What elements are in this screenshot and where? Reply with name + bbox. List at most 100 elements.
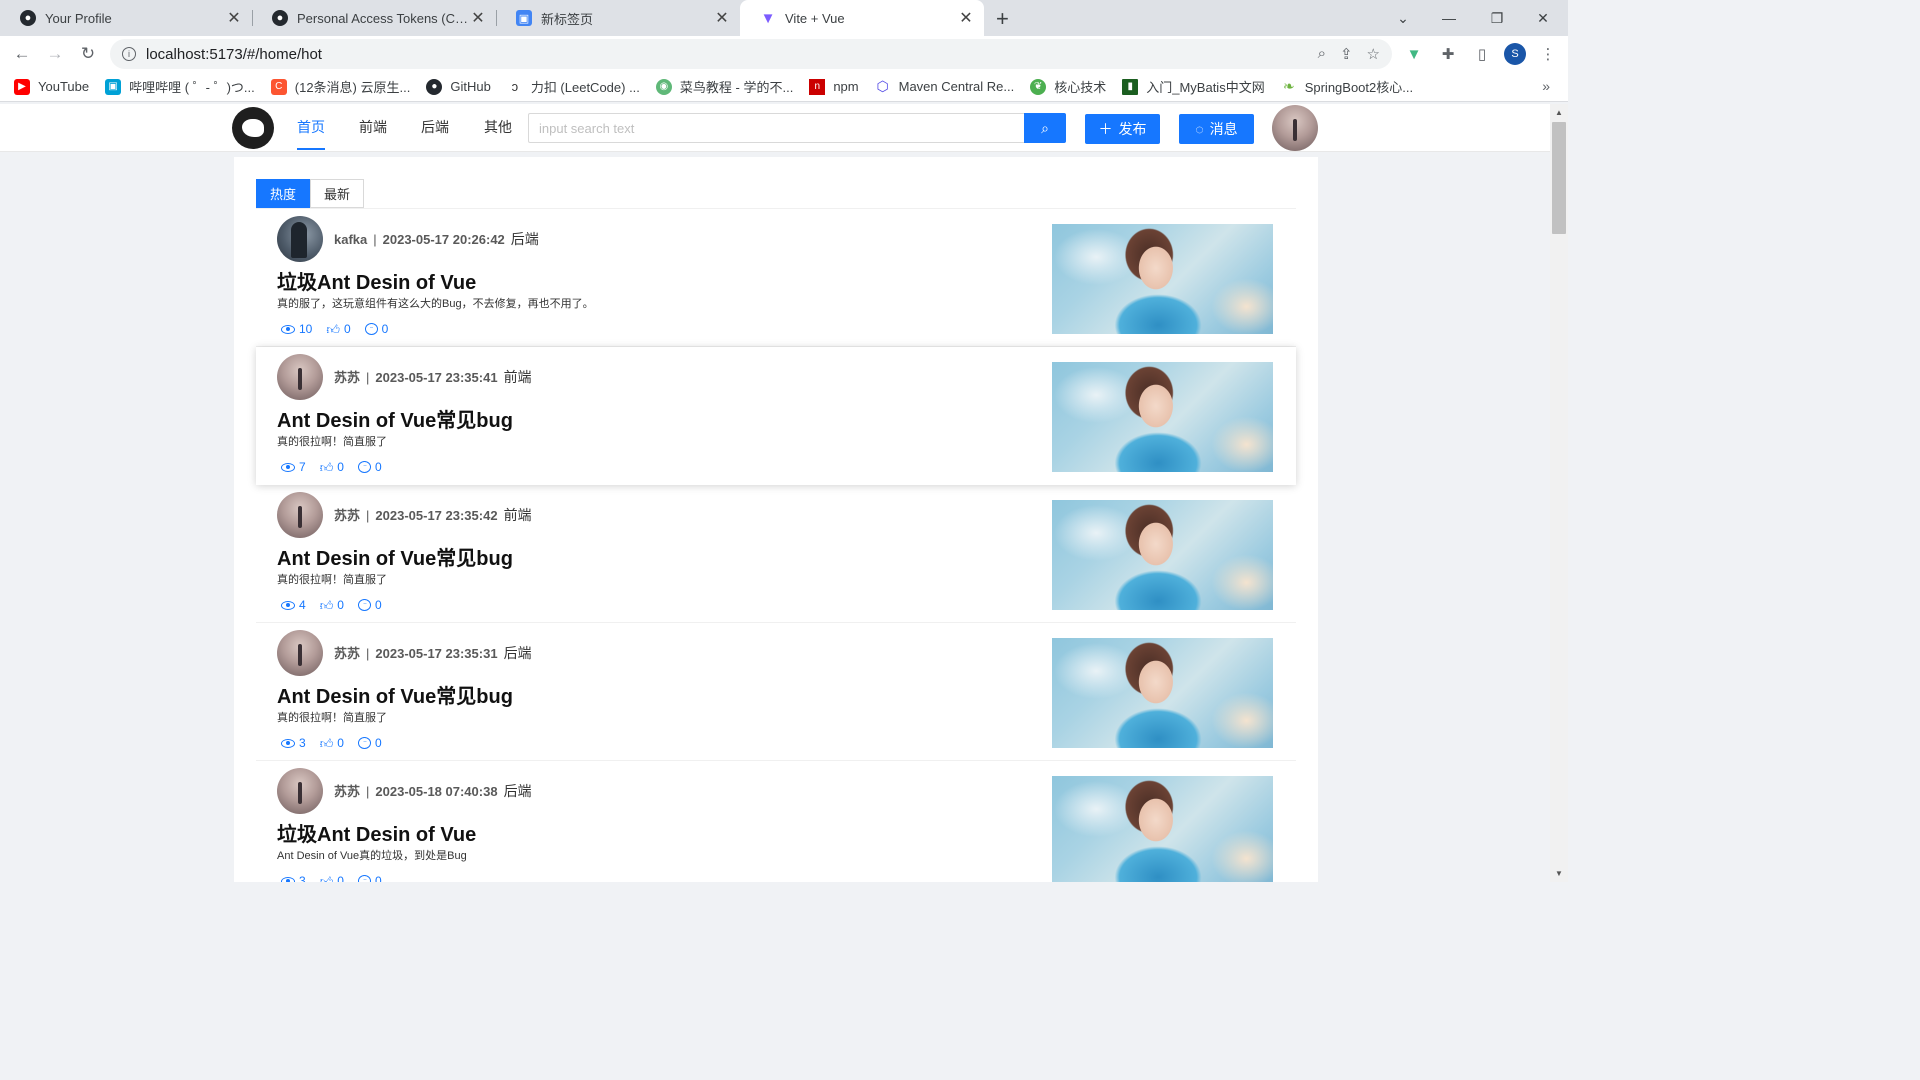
- leaf-icon: ❦: [1030, 78, 1047, 95]
- article-cover-image[interactable]: [1052, 638, 1273, 748]
- article-cover-image[interactable]: [1052, 500, 1273, 610]
- author-avatar[interactable]: [277, 354, 323, 400]
- author-avatar[interactable]: [277, 216, 323, 262]
- bookmark-label: 力扣 (LeetCode) ...: [530, 80, 640, 95]
- scroll-down-icon[interactable]: ▼: [1555, 869, 1563, 878]
- comment-button[interactable]: ··· 0: [357, 460, 382, 474]
- new-tab-button[interactable]: +: [996, 6, 1009, 32]
- bookmark-npm[interactable]: n npm: [809, 78, 859, 95]
- bookmark-mybatis[interactable]: ▮ 入门_MyBatis中文网: [1122, 77, 1265, 96]
- article-item[interactable]: 苏苏 | 2023-05-17 23:35:31 后端 Ant Desin of Vu…: [256, 623, 1296, 761]
- thumbs-up-icon: 👍︎: [319, 459, 334, 475]
- browser-tab-vite-vue[interactable]: ▼ Vite + Vue ✕: [740, 0, 984, 36]
- article-item[interactable]: 苏苏 | 2023-05-17 23:35:42 前端 Ant Desin of Vu…: [256, 485, 1296, 623]
- restore-button[interactable]: ❐: [1474, 0, 1520, 36]
- bookmark-maven[interactable]: ⬡ Maven Central Re...: [875, 78, 1015, 95]
- bookmark-runoob[interactable]: ◉ 菜鸟教程 - 学的不...: [655, 77, 793, 96]
- article-title[interactable]: 垃圾Ant Desin of Vue: [277, 818, 476, 847]
- article-item[interactable]: kafka | 2023-05-17 20:26:42 后端 垃圾Ant Desin …: [256, 209, 1296, 347]
- like-button[interactable]: 👍︎ 0: [320, 874, 344, 882]
- tab-hot[interactable]: 热度: [256, 179, 310, 208]
- more-bookmarks-icon[interactable]: »: [1542, 78, 1550, 94]
- comment-button[interactable]: ··· 0: [357, 736, 382, 750]
- author-name[interactable]: kafka: [334, 232, 367, 247]
- profile-avatar[interactable]: S: [1504, 43, 1526, 65]
- nav-home[interactable]: 首页: [297, 104, 325, 150]
- minimize-button[interactable]: —: [1426, 0, 1472, 36]
- close-icon[interactable]: ✕: [470, 8, 486, 28]
- search-button[interactable]: ⌕: [1024, 113, 1066, 143]
- close-icon[interactable]: ✕: [226, 8, 242, 28]
- article-stats: 3 👍︎ 0 ··· 0: [281, 736, 396, 750]
- close-icon[interactable]: ✕: [714, 8, 730, 28]
- scrollbar-thumb[interactable]: [1552, 122, 1566, 234]
- comment-icon: ···: [357, 737, 371, 749]
- reload-icon[interactable]: ↻: [76, 42, 100, 66]
- article-title[interactable]: 垃圾Ant Desin of Vue: [277, 266, 476, 295]
- site-logo[interactable]: [232, 107, 274, 149]
- tab-latest[interactable]: 最新: [310, 179, 364, 208]
- comment-button[interactable]: ··· 0: [357, 598, 382, 612]
- bookmark-core-tech[interactable]: ❦ 核心技术: [1030, 77, 1106, 96]
- article-item[interactable]: 苏苏 | 2023-05-18 07:40:38 后端 垃圾Ant Desin of …: [256, 761, 1296, 882]
- user-avatar[interactable]: [1272, 105, 1318, 151]
- bookmark-star-icon[interactable]: ☆: [1367, 45, 1380, 63]
- like-button[interactable]: 👍︎ 0: [320, 598, 344, 612]
- close-icon[interactable]: ✕: [958, 8, 974, 28]
- bookmark-springboot[interactable]: ❧ SpringBoot2核心...: [1281, 77, 1413, 96]
- browser-tab-personal-access-tokens[interactable]: ● Personal Access Tokens (Classic) ✕: [252, 0, 496, 36]
- comment-button[interactable]: ··· 0: [357, 874, 382, 882]
- author-name[interactable]: 苏苏: [334, 370, 360, 385]
- article-title[interactable]: Ant Desin of Vue常见bug: [277, 542, 513, 571]
- author-avatar[interactable]: [277, 492, 323, 538]
- browser-tab-new-tab[interactable]: ▣ 新标签页 ✕: [496, 0, 740, 36]
- site-info-icon[interactable]: i: [122, 47, 136, 61]
- like-button[interactable]: 👍︎ 0: [320, 460, 344, 474]
- page-scrollbar[interactable]: ▲ ▼: [1550, 104, 1568, 882]
- nav-backend[interactable]: 后端: [421, 104, 449, 150]
- bookmark-youtube[interactable]: ▶ YouTube: [14, 78, 89, 95]
- vue-devtools-icon[interactable]: ▼: [1402, 42, 1426, 66]
- address-input[interactable]: i localhost:5173/#/home/hot ⌕ ⇪ ☆: [110, 39, 1392, 69]
- article-title[interactable]: Ant Desin of Vue常见bug: [277, 404, 513, 433]
- close-window-button[interactable]: ✕: [1520, 0, 1566, 36]
- search-input[interactable]: [528, 113, 1024, 143]
- article-item[interactable]: 苏苏 | 2023-05-17 23:35:41 前端 Ant Desin of Vu…: [256, 347, 1296, 485]
- zoom-icon[interactable]: ⌕: [1318, 45, 1326, 63]
- side-panel-icon[interactable]: ▯: [1470, 42, 1494, 66]
- bookmark-leetcode[interactable]: ↄ 力扣 (LeetCode) ...: [507, 77, 640, 96]
- author-name[interactable]: 苏苏: [334, 784, 360, 799]
- bookmark-bilibili[interactable]: ▣ 哔哩哔哩 ( ゜- ゜)つ...: [105, 77, 255, 96]
- publish-button[interactable]: ＋ 发布: [1085, 114, 1160, 144]
- forward-icon[interactable]: →: [43, 42, 67, 66]
- comment-button[interactable]: ··· 0: [364, 322, 388, 336]
- article-title[interactable]: Ant Desin of Vue常见bug: [277, 680, 513, 709]
- article-cover-image[interactable]: [1052, 224, 1273, 334]
- author-name[interactable]: 苏苏: [334, 646, 360, 661]
- bookmark-label: 核心技术: [1054, 80, 1107, 95]
- publish-label: 发布: [1118, 121, 1147, 137]
- back-icon[interactable]: ←: [10, 42, 34, 66]
- bookmark-label: Maven Central Re...: [898, 79, 1015, 94]
- extensions-icon[interactable]: ✚: [1436, 42, 1460, 66]
- bookmark-csdn[interactable]: C (12条消息) 云原生...: [270, 77, 410, 96]
- eye-icon: [281, 462, 295, 472]
- author-avatar[interactable]: [277, 768, 323, 814]
- article-cover-image[interactable]: [1052, 776, 1273, 882]
- author-name[interactable]: 苏苏: [334, 508, 360, 523]
- like-button[interactable]: 👍︎ 0: [320, 736, 344, 750]
- browser-tab-your-profile[interactable]: ● Your Profile ✕: [0, 0, 252, 36]
- article-cover-image[interactable]: [1052, 362, 1273, 472]
- nav-frontend[interactable]: 前端: [359, 104, 387, 150]
- bookmark-github[interactable]: ● GitHub: [426, 78, 491, 95]
- nav-other[interactable]: 其他: [484, 104, 512, 150]
- tab-search-icon[interactable]: ⌄: [1380, 0, 1426, 36]
- scroll-up-icon[interactable]: ▲: [1555, 108, 1563, 117]
- author-avatar[interactable]: [277, 630, 323, 676]
- share-icon[interactable]: ⇪: [1340, 45, 1353, 63]
- like-button[interactable]: 👍︎ 0: [326, 322, 350, 336]
- comment-icon: ···: [357, 461, 371, 473]
- github-icon: ●: [426, 78, 443, 95]
- menu-icon[interactable]: ⋮: [1536, 42, 1560, 66]
- message-button[interactable]: ◌ 消息: [1179, 114, 1254, 144]
